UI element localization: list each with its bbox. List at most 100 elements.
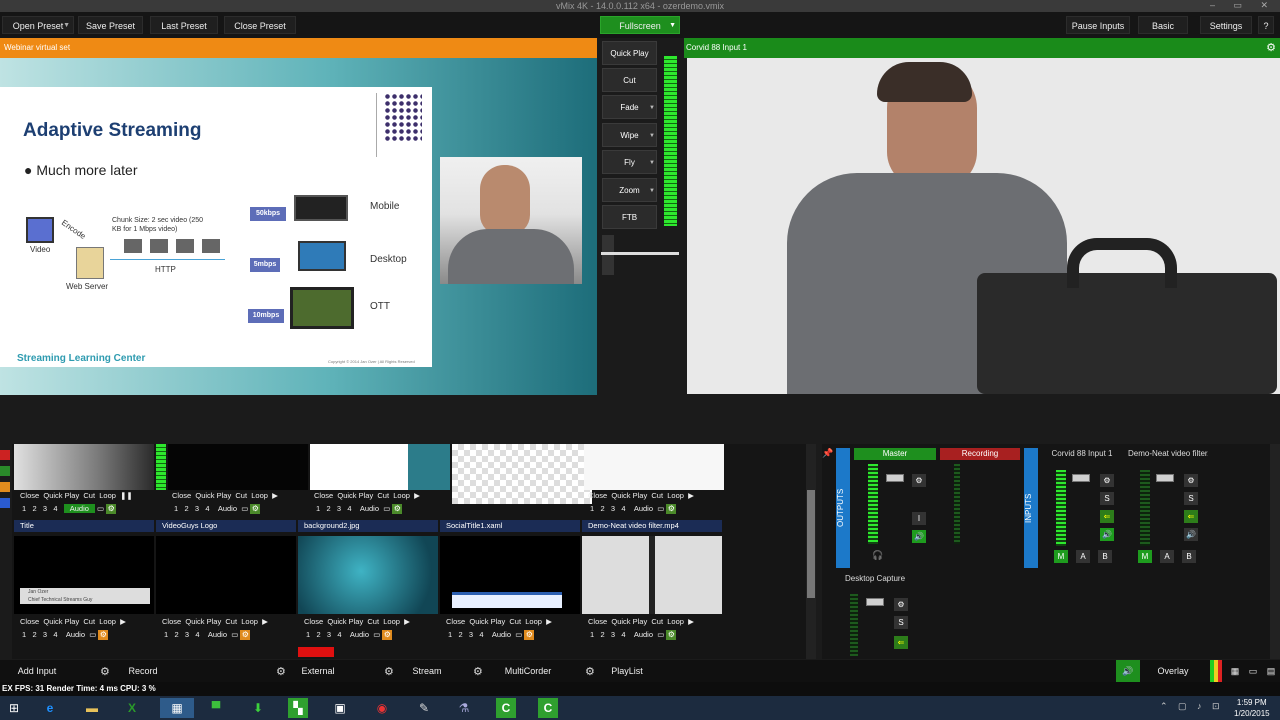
channel-2-m-button[interactable]: M bbox=[1138, 550, 1152, 563]
quick-play-button[interactable]: Quick Play bbox=[43, 617, 79, 626]
gear-icon[interactable]: ⚙ bbox=[106, 504, 117, 514]
basic-button[interactable]: Basic bbox=[1138, 16, 1188, 34]
audio-button[interactable]: Audio bbox=[634, 630, 653, 639]
overlay-button[interactable]: Overlay bbox=[1150, 660, 1196, 682]
vmix-icon[interactable]: ▚ bbox=[288, 698, 308, 718]
overlay-3-button[interactable]: 3 bbox=[337, 504, 341, 513]
ftb-button[interactable]: FTB bbox=[602, 205, 657, 229]
overlay-3-button[interactable]: 3 bbox=[611, 504, 615, 513]
overlay-1-button[interactable]: 1 bbox=[164, 630, 168, 639]
loop-button[interactable]: Loop bbox=[525, 617, 542, 626]
chevron-down-icon[interactable]: ▼ bbox=[669, 17, 676, 35]
loop-button[interactable]: Loop bbox=[99, 491, 116, 500]
channel-1-m-button[interactable]: M bbox=[1054, 550, 1068, 563]
channel-1-fader[interactable] bbox=[1072, 474, 1090, 482]
channel-3-s-button[interactable]: S bbox=[894, 616, 908, 629]
chevron-down-icon[interactable]: ▼ bbox=[649, 151, 655, 175]
overlay-1-button[interactable]: 1 bbox=[448, 630, 452, 639]
input-thumbnail[interactable] bbox=[156, 536, 296, 614]
system-tray-icons[interactable]: ⌃ ▢ ♪ ⊡ bbox=[1160, 701, 1224, 712]
close-preset-button[interactable]: Close Preset bbox=[224, 16, 296, 34]
input-thumbnail[interactable] bbox=[168, 444, 308, 490]
input-thumbnail[interactable] bbox=[310, 444, 450, 490]
gear-icon[interactable]: ⚙ bbox=[1266, 38, 1276, 58]
overlay-4-button[interactable]: 4 bbox=[337, 630, 341, 639]
pause-inputs-button[interactable]: Pause Inputs bbox=[1066, 16, 1130, 34]
gear-icon[interactable]: ⚙ bbox=[894, 598, 908, 611]
input-thumbnail[interactable] bbox=[584, 444, 724, 490]
audio-button[interactable]: Audio bbox=[360, 504, 379, 513]
overlay-1-button[interactable]: 1 bbox=[174, 504, 178, 513]
arrow-left-icon[interactable]: ⇐ bbox=[1184, 510, 1198, 523]
cut-button[interactable]: Cut bbox=[83, 617, 95, 626]
loop-button[interactable]: Loop bbox=[667, 491, 684, 500]
color-tab-orange[interactable] bbox=[0, 482, 10, 492]
master-i-button[interactable]: I bbox=[912, 512, 926, 525]
overlay-3-button[interactable]: 3 bbox=[43, 504, 47, 513]
chevron-down-icon[interactable]: ▼ bbox=[63, 17, 70, 35]
quick-play-button[interactable]: Quick Play bbox=[185, 617, 221, 626]
quick-play-button[interactable]: Quick Play bbox=[43, 491, 79, 500]
audio-button[interactable]: Audio bbox=[208, 630, 227, 639]
monitor-icon[interactable]: ▭ bbox=[1246, 660, 1260, 682]
channel-2-a-button[interactable]: A bbox=[1160, 550, 1174, 563]
last-preset-button[interactable]: Last Preset bbox=[150, 16, 218, 34]
input-thumbnail[interactable] bbox=[582, 536, 722, 614]
gear-icon[interactable]: ⚙ bbox=[276, 665, 286, 678]
channel-1-b-button[interactable]: B bbox=[1098, 550, 1112, 563]
play-icon[interactable]: ▶ bbox=[404, 617, 410, 626]
input-tile-logo[interactable]: VideoGuys Logo Close Quick Play Cut Loop… bbox=[156, 520, 296, 645]
chevron-down-icon[interactable]: ▼ bbox=[649, 179, 655, 203]
input-tile-2[interactable]: Close Quick Play Cut Loop ▶ 1 2 3 4 Audi… bbox=[168, 444, 308, 527]
fade-button[interactable]: Fade ▼ bbox=[602, 95, 657, 119]
overlay-4-button[interactable]: 4 bbox=[347, 504, 351, 513]
gear-icon[interactable]: ⚙ bbox=[250, 504, 261, 514]
input-tile-1[interactable]: Close Quick Play Cut Loop ❚❚ 1 2 3 4 Aud… bbox=[14, 444, 154, 527]
stream-button[interactable]: Stream bbox=[406, 660, 448, 682]
input-thumbnail[interactable] bbox=[440, 536, 580, 614]
gear-icon[interactable]: ⚙ bbox=[585, 665, 595, 678]
cut-button[interactable]: Cut bbox=[225, 617, 237, 626]
speaker-icon[interactable]: 🔊 bbox=[1116, 660, 1140, 682]
close-button[interactable]: Close bbox=[588, 491, 607, 500]
satellite-icon[interactable]: ⚗ bbox=[454, 698, 474, 718]
open-preset-button[interactable]: Open Preset ▼ bbox=[2, 16, 74, 34]
input-thumbnail[interactable] bbox=[14, 444, 154, 490]
overlay-3-button[interactable]: 3 bbox=[611, 630, 615, 639]
gear-icon[interactable]: ⚙ bbox=[384, 665, 394, 678]
overlay-3-button[interactable]: 3 bbox=[195, 504, 199, 513]
overlay-2-button[interactable]: 2 bbox=[458, 630, 462, 639]
gear-icon[interactable]: ⚙ bbox=[666, 630, 677, 640]
cut-button[interactable]: Cut bbox=[377, 491, 389, 500]
fullscreen-button[interactable]: Fullscreen ▼ bbox=[600, 16, 680, 34]
close-button[interactable]: Close bbox=[20, 491, 39, 500]
color-tab-blue[interactable] bbox=[0, 498, 10, 508]
audio-button[interactable]: Audio bbox=[634, 504, 653, 513]
monitor-icon[interactable]: ▭ bbox=[373, 630, 380, 639]
inputs-scrollbar-thumb[interactable] bbox=[807, 490, 815, 598]
overlay-4-button[interactable]: 4 bbox=[205, 504, 209, 513]
close-button[interactable]: Close bbox=[172, 491, 191, 500]
camtasia-icon[interactable]: C bbox=[496, 698, 516, 718]
loop-button[interactable]: Loop bbox=[251, 491, 268, 500]
overlay-1-button[interactable]: 1 bbox=[22, 504, 26, 513]
wipe-button[interactable]: Wipe ▼ bbox=[602, 123, 657, 147]
zoom-button[interactable]: Zoom ▼ bbox=[602, 178, 657, 202]
overlay-4-button[interactable]: 4 bbox=[479, 630, 483, 639]
cut-button[interactable]: Cut bbox=[367, 617, 379, 626]
clock[interactable]: 1:59 PM 1/20/2015 bbox=[1234, 697, 1270, 719]
quick-play-button[interactable]: Quick Play bbox=[602, 41, 657, 65]
gear-icon[interactable]: ⚙ bbox=[912, 474, 926, 487]
film-icon[interactable]: ▣ bbox=[330, 698, 350, 718]
input-tile-title[interactable]: Title Jan Ozer Chief Technical Streams Gu… bbox=[14, 520, 154, 645]
overlay-3-button[interactable]: 3 bbox=[43, 630, 47, 639]
input-tile-background[interactable]: background2.jpg Close Quick Play Cut Loo… bbox=[298, 520, 438, 645]
headphones-icon[interactable]: 🎧 bbox=[872, 550, 883, 561]
play-icon[interactable]: ▶ bbox=[120, 617, 126, 626]
monitor-icon[interactable]: ▭ bbox=[657, 630, 664, 639]
speaker-icon[interactable]: 🔊 bbox=[912, 530, 926, 543]
input-tile-5[interactable]: Close Quick Play Cut Loop ▶ 1 2 3 4 Audi… bbox=[584, 444, 724, 527]
play-icon[interactable]: ▶ bbox=[688, 491, 694, 500]
speaker-icon[interactable]: 🔊 bbox=[1100, 528, 1114, 541]
gear-icon[interactable]: ⚙ bbox=[382, 630, 393, 640]
